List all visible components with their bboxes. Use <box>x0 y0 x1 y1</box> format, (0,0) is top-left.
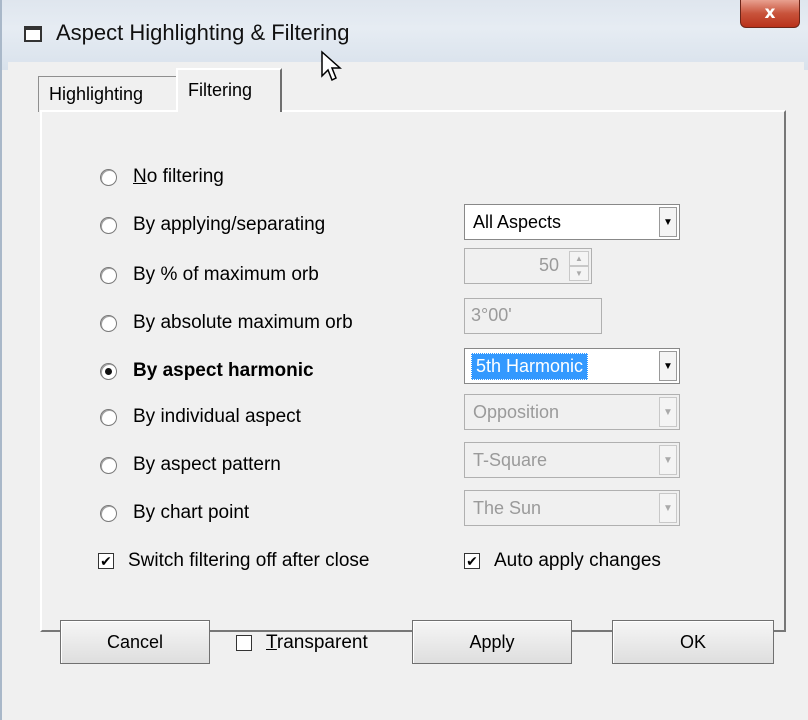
applying-dropdown[interactable]: All Aspects ▼ <box>464 204 680 240</box>
window-icon <box>24 26 42 42</box>
option-by-harmonic[interactable]: By aspect harmonic <box>100 356 314 386</box>
radio-by-chart-point[interactable] <box>100 504 117 522</box>
chart-point-dropdown[interactable]: The Sun ▼ <box>464 490 680 526</box>
radio-by-pct-orb[interactable] <box>100 266 117 284</box>
chevron-down-icon[interactable]: ▼ <box>659 445 677 475</box>
auto-apply-label: Auto apply changes <box>494 550 661 571</box>
chevron-down-icon[interactable]: ▼ <box>659 493 677 523</box>
radio-by-abs-orb[interactable] <box>100 314 117 332</box>
apply-button[interactable]: Apply <box>412 620 572 664</box>
auto-apply-option[interactable]: ✔ Auto apply changes <box>464 546 661 576</box>
switch-off-label: Switch filtering off after close <box>128 550 370 571</box>
chart-point-value: The Sun <box>473 497 542 518</box>
auto-apply-checkbox[interactable]: ✔ <box>464 553 480 569</box>
by-harmonic-label: By aspect harmonic <box>133 360 314 381</box>
transparent-checkbox[interactable] <box>236 635 252 651</box>
spin-up-icon[interactable]: ▲ <box>569 251 589 266</box>
switch-off-option[interactable]: ✔ Switch filtering off after close <box>98 546 369 576</box>
chevron-down-icon[interactable]: ▼ <box>659 351 677 381</box>
option-by-applying[interactable]: By applying/separating <box>100 210 325 240</box>
applying-dropdown-value: All Aspects <box>473 211 562 232</box>
by-pct-orb-label: By % of maximum orb <box>133 264 319 285</box>
close-button[interactable]: x <box>740 0 800 28</box>
pct-orb-stepper[interactable]: 50 ▲ ▼ <box>464 248 592 284</box>
by-pattern-label: By aspect pattern <box>133 454 281 475</box>
by-abs-orb-label: By absolute maximum orb <box>133 312 353 333</box>
switch-off-checkbox[interactable]: ✔ <box>98 553 114 569</box>
radio-by-individual[interactable] <box>100 408 117 426</box>
tab-highlighting[interactable]: Highlighting <box>38 76 178 112</box>
option-no-filtering[interactable]: No filtering <box>100 162 224 192</box>
individual-aspect-value: Opposition <box>473 401 560 422</box>
by-individual-label: By individual aspect <box>133 406 301 427</box>
option-by-pattern[interactable]: By aspect pattern <box>100 450 281 480</box>
ok-button[interactable]: OK <box>612 620 774 664</box>
option-by-individual[interactable]: By individual aspect <box>100 402 301 432</box>
cancel-button[interactable]: Cancel <box>60 620 210 664</box>
by-applying-label: By applying/separating <box>133 214 326 235</box>
by-chart-point-label: By chart point <box>133 502 250 523</box>
mouse-cursor-icon <box>321 50 342 82</box>
aspect-pattern-dropdown[interactable]: T-Square ▼ <box>464 442 680 478</box>
harmonic-dropdown[interactable]: 5th Harmonic ▼ <box>464 348 680 384</box>
transparent-option[interactable]: Transparent <box>236 628 368 658</box>
window-title: Aspect Highlighting & Filtering <box>56 20 350 45</box>
pct-orb-value: 50 <box>538 255 559 275</box>
option-by-chart-point[interactable]: By chart point <box>100 498 249 528</box>
transparent-label: Transparent <box>266 632 368 653</box>
radio-by-applying[interactable] <box>100 216 117 234</box>
spin-down-icon[interactable]: ▼ <box>569 266 589 281</box>
abs-orb-field[interactable]: 3°00' <box>464 298 602 334</box>
chevron-down-icon[interactable]: ▼ <box>659 207 677 237</box>
option-by-abs-orb[interactable]: By absolute maximum orb <box>100 308 353 338</box>
option-by-pct-orb[interactable]: By % of maximum orb <box>100 260 319 290</box>
dialog-window: Aspect Highlighting & Filtering x Highli… <box>0 0 808 720</box>
dialog-client: Highlighting Filtering No filtering By a… <box>8 62 804 714</box>
radio-by-harmonic[interactable] <box>100 362 117 380</box>
tab-filtering[interactable]: Filtering <box>176 68 282 112</box>
title-bar[interactable]: Aspect Highlighting & Filtering x <box>2 0 808 70</box>
individual-aspect-dropdown[interactable]: Opposition ▼ <box>464 394 680 430</box>
aspect-pattern-value: T-Square <box>473 449 548 470</box>
chevron-down-icon[interactable]: ▼ <box>659 397 677 427</box>
no-filtering-label: No filtering <box>133 166 224 187</box>
harmonic-dropdown-value: 5th Harmonic <box>471 352 589 380</box>
radio-no-filtering[interactable] <box>100 168 117 186</box>
radio-by-pattern[interactable] <box>100 456 117 474</box>
